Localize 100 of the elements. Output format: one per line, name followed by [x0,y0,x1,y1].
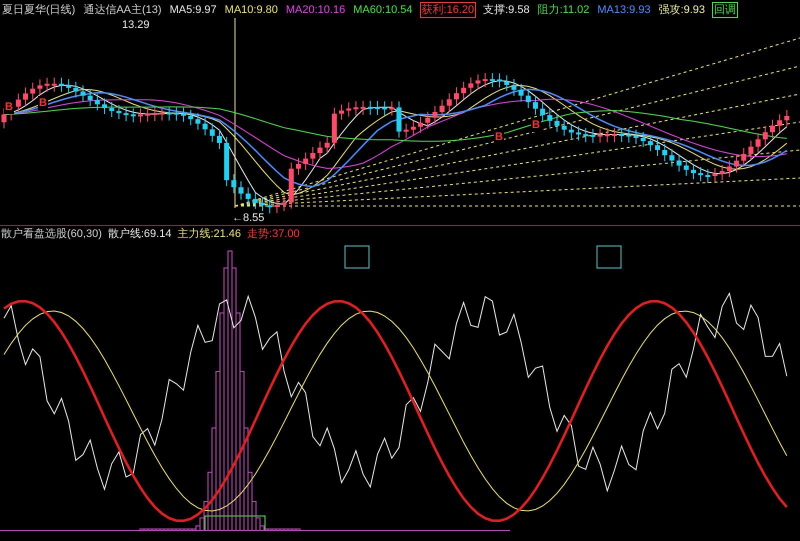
signal-box [204,516,266,531]
candlestick [712,168,718,182]
candlestick [166,106,172,122]
candlestick [598,128,603,144]
candlestick [346,102,352,118]
candlestick [138,108,143,123]
candlestick [568,123,574,139]
candlestick [202,117,208,136]
candlestick [58,77,64,92]
candlestick [468,76,474,94]
candlestick [698,166,704,182]
candlestick [238,180,244,200]
legend-label: 通达信AA主(13) [82,2,163,18]
candlestick [720,164,725,180]
candlestick [648,134,653,152]
candlestick [246,187,251,206]
candlestick [590,128,596,144]
candlestick [690,163,696,180]
candlestick [777,114,782,132]
signal-box [344,246,370,268]
candlestick [741,147,746,168]
candlestick [576,126,582,141]
candlestick [490,72,495,88]
candlestick [762,126,768,146]
signal-box [596,246,622,268]
candlestick [102,98,108,115]
candlestick [116,104,122,120]
candlestick [705,168,710,184]
candlestick [476,74,480,90]
candlestick [734,154,740,173]
buy-marker: B [531,118,541,132]
candlestick [94,94,100,111]
candlestick [497,72,502,88]
candlestick [318,141,322,160]
candlestick [454,86,459,106]
legend-label: MA60:10.54 [352,3,414,18]
candlestick [684,159,689,176]
candlestick [252,192,258,210]
candlestick [374,100,380,116]
candlestick [332,107,337,150]
candlestick [174,106,179,122]
candlestick [109,102,114,118]
candlestick [583,128,588,143]
candlestick [604,128,610,143]
candlestick [130,108,136,123]
candlestick [540,102,546,122]
candlestick [267,198,272,214]
candlestick [288,162,294,210]
candlestick [432,105,438,124]
candlestick [532,96,538,116]
candlestick [73,81,78,98]
candlestick [634,129,638,144]
candlestick [482,72,488,88]
candlestick [2,108,6,129]
candlestick [88,89,93,107]
candlestick [404,123,409,138]
candlestick [389,100,394,116]
candlestick [23,87,28,106]
candlestick [382,100,388,116]
candlestick [554,114,560,132]
legend-label: 夏日夏华(日线) [1,3,76,18]
candlestick [748,140,754,160]
candlestick [676,154,682,172]
candlestick [640,131,646,148]
candlestick [360,100,366,116]
legend-label: 散户看盘选股(60,30) [1,227,102,241]
candlestick [526,89,531,109]
candlestick [784,109,790,127]
candlestick [418,116,424,134]
candlestick [52,77,57,92]
candlestick [303,152,308,170]
candlestick [619,128,624,143]
candlestick [210,122,215,142]
candlestick [296,157,301,176]
legend-label: 散户线:69.14 [108,227,172,241]
candlestick [410,120,416,136]
candlestick [37,78,42,96]
legend-label: 获利:16.20 [420,2,476,18]
candlestick [547,108,552,128]
candlestick [770,119,775,139]
candlestick [612,128,617,143]
candlestick [440,99,445,118]
high-price-label: 13.29 [122,18,150,32]
candlestick [145,107,150,122]
candlestick [282,196,287,212]
candlestick [504,74,510,92]
candlestick [260,196,266,212]
legend-label: 强攻:9.93 [658,3,706,18]
candlestick [216,129,222,150]
candlestick [518,83,524,102]
candlestick [160,106,164,122]
legend-label: MA10:9.80 [224,3,279,18]
legend-label: 主力线:21.46 [177,227,242,241]
candlestick [44,77,50,92]
candlestick [195,112,200,130]
candlestick [181,107,186,122]
candlestick [511,78,516,96]
legend-label: MA13:9.93 [596,3,652,18]
candlestick [152,106,158,122]
candlestick [756,132,761,154]
